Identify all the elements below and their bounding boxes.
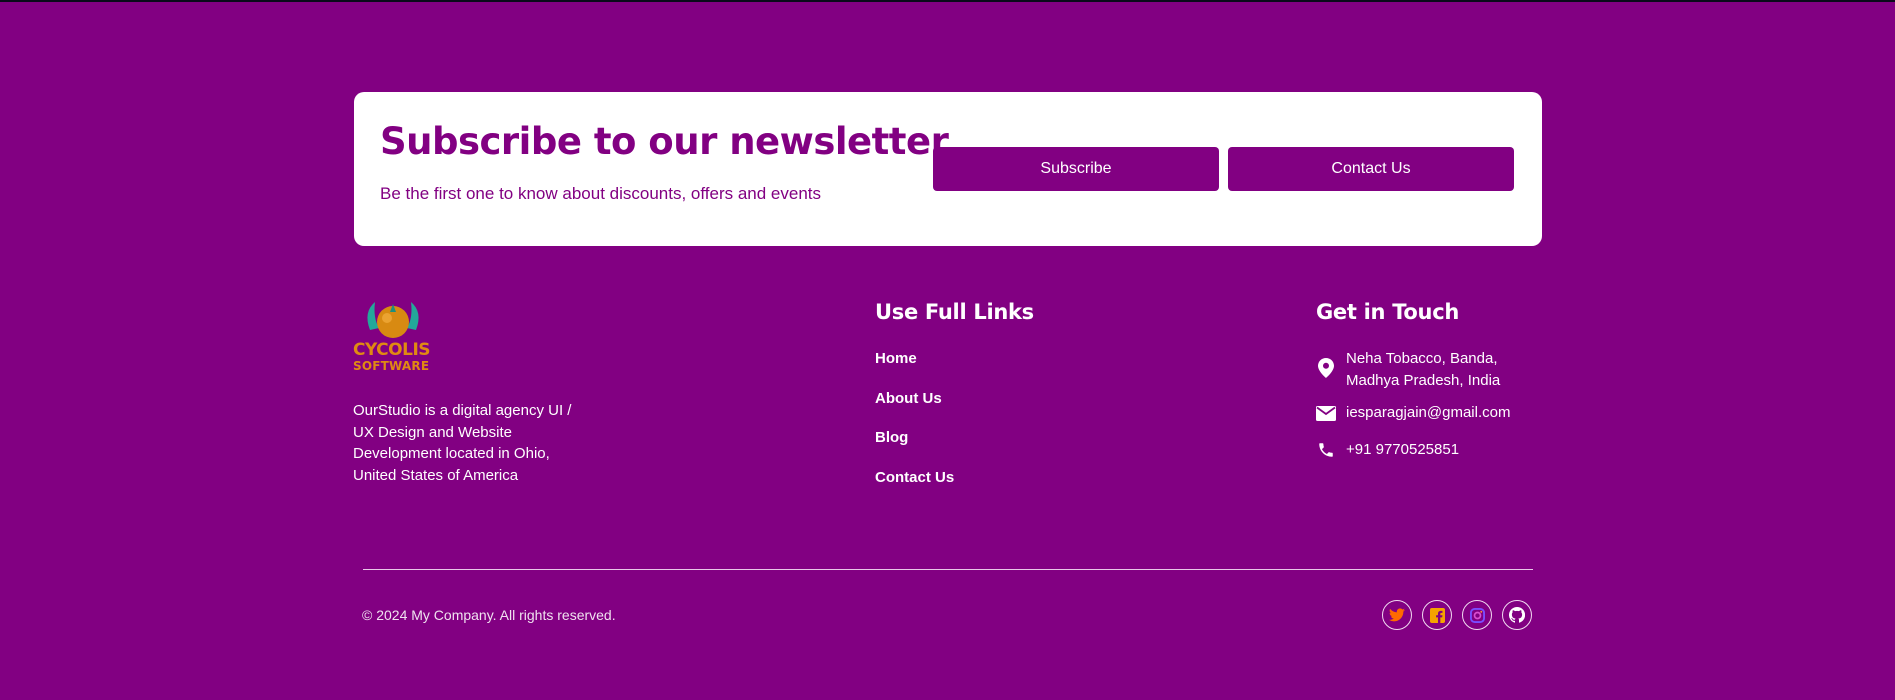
address-line-1: Neha Tobacco, Banda, [1346, 350, 1498, 367]
mail-icon [1316, 403, 1336, 423]
footer-divider [363, 569, 1533, 570]
instagram-link[interactable] [1462, 600, 1492, 630]
footer-link-contact[interactable]: Contact Us [875, 469, 954, 486]
footer-link-about[interactable]: About Us [875, 390, 942, 407]
twitter-icon [1389, 608, 1405, 622]
logo-text-secondary: SOFTWARE [353, 359, 430, 373]
subscribe-button[interactable]: Subscribe [933, 147, 1219, 191]
address-row [1316, 358, 1336, 378]
instagram-icon [1469, 607, 1485, 623]
top-border [0, 0, 1895, 2]
twitter-link[interactable] [1382, 600, 1412, 630]
cycolis-logo-icon [367, 302, 419, 338]
github-icon [1509, 607, 1525, 623]
facebook-icon [1429, 607, 1445, 623]
github-link[interactable] [1502, 600, 1532, 630]
newsletter-title: Subscribe to our newsletter [380, 120, 949, 163]
links-title: Use Full Links [875, 300, 1034, 324]
footer-link-home[interactable]: Home [875, 350, 917, 367]
address-line-2: Madhya Pradesh, India [1346, 372, 1501, 389]
useful-links: Use Full Links Home About Us Blog Contac… [875, 300, 1034, 486]
facebook-link[interactable] [1422, 600, 1452, 630]
contact-us-button[interactable]: Contact Us [1228, 147, 1514, 191]
phone-icon [1316, 440, 1336, 460]
phone-link[interactable]: +91 9770525851 [1346, 439, 1459, 461]
brand-logo[interactable]: CYCOLIS SOFTWARE [353, 298, 593, 373]
email-row [1316, 403, 1336, 423]
newsletter-subtitle: Be the first one to know about discounts… [380, 184, 822, 203]
footer-link-blog[interactable]: Blog [875, 429, 908, 446]
newsletter-card: Subscribe to our newsletter Be the first… [354, 92, 1542, 246]
contact-title: Get in Touch [1316, 300, 1460, 324]
contact-info: Get in Touch Neha Tobacco, Banda, Madhya… [1316, 300, 1546, 458]
copyright-text: © 2024 My Company. All rights reserved. [362, 607, 616, 623]
location-pin-icon [1316, 358, 1336, 378]
phone-row [1316, 440, 1336, 460]
email-link[interactable]: iesparagjain@gmail.com [1346, 402, 1510, 424]
brand-description: OurStudio is a digital agency UI / UX De… [353, 402, 572, 484]
logo-text-primary: CYCOLIS [353, 340, 431, 360]
